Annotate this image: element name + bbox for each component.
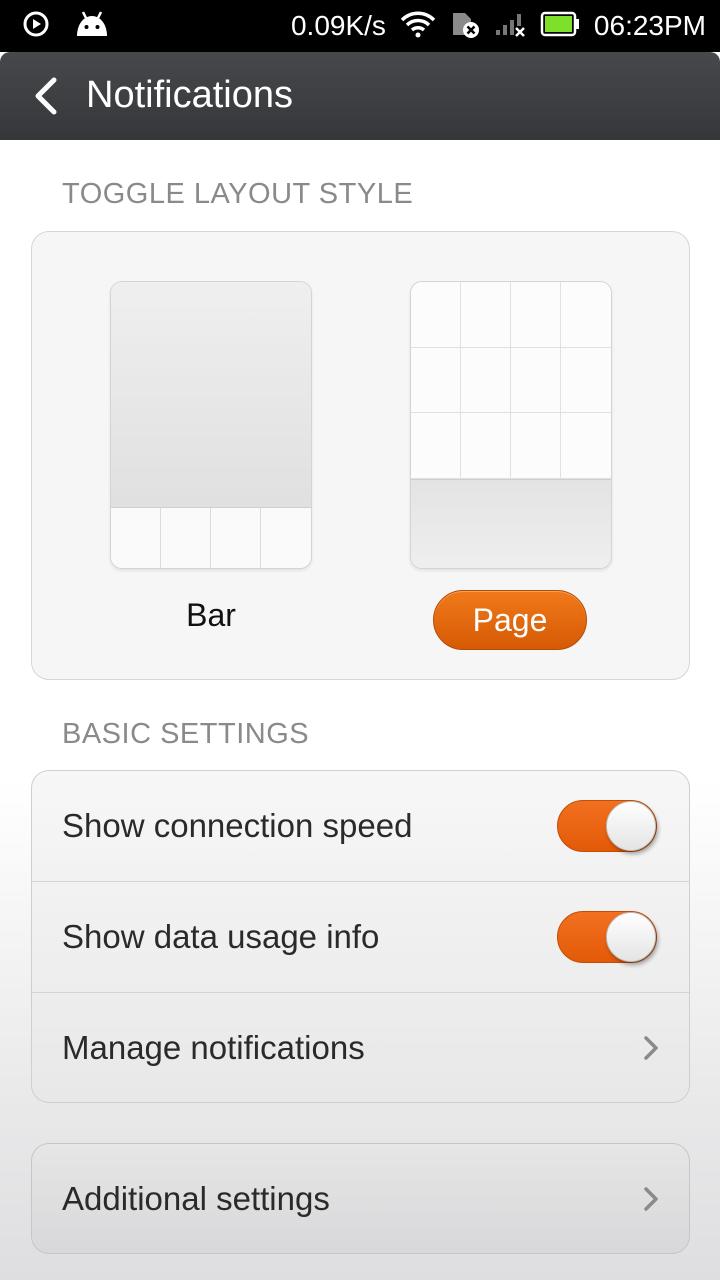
bar-preview-toggles (111, 508, 311, 568)
show-data-usage-toggle[interactable] (557, 911, 657, 963)
section-header-toggle-layout: TOGGLE LAYOUT STYLE (62, 178, 414, 210)
wifi-icon (400, 10, 436, 43)
toggle-knob (606, 912, 656, 962)
show-connection-speed-toggle[interactable] (557, 800, 657, 852)
show-data-usage-row[interactable]: Show data usage info (32, 882, 689, 993)
battery-icon (540, 11, 580, 42)
status-bar-left (22, 10, 110, 43)
status-bar: 0.09K/s 06:23PM (0, 0, 720, 52)
chevron-right-icon (641, 1184, 661, 1214)
row-label: Additional settings (62, 1180, 330, 1217)
layout-style-card: Bar Page (31, 231, 690, 680)
additional-settings-row[interactable]: Additional settings (31, 1143, 690, 1254)
basic-settings-card: Show connection speed Show data usage in… (31, 770, 690, 1103)
page-preview-panel (411, 480, 611, 568)
action-bar: Notifications (0, 52, 720, 140)
row-label: Show connection speed (62, 807, 413, 844)
row-label: Show data usage info (62, 918, 380, 955)
page-preview-toggles (411, 282, 611, 480)
android-icon (74, 10, 110, 43)
page-title: Notifications (86, 74, 293, 116)
clock: 06:23PM (593, 10, 706, 41)
back-button[interactable] (26, 74, 66, 118)
play-circle-icon (22, 10, 50, 43)
status-bar-right: 0.09K/s 06:23PM (291, 0, 706, 52)
connection-speed: 0.09K/s (290, 10, 386, 41)
sim-error-icon (450, 9, 480, 44)
section-header-basic-settings: BASIC SETTINGS (62, 718, 310, 750)
chevron-left-icon (35, 77, 57, 115)
row-label: Manage notifications (62, 1029, 365, 1066)
show-connection-speed-row[interactable]: Show connection speed (32, 771, 689, 882)
page-layout-preview[interactable] (410, 281, 612, 569)
chevron-right-icon (641, 1033, 661, 1063)
bar-option-label[interactable]: Bar (110, 597, 312, 634)
toggle-knob (606, 801, 656, 851)
page-option-selected-button[interactable]: Page (433, 590, 587, 650)
manage-notifications-row[interactable]: Manage notifications (32, 993, 689, 1102)
bar-layout-preview[interactable] (110, 281, 312, 569)
no-signal-icon (494, 10, 526, 43)
bar-preview-panel (111, 282, 311, 508)
